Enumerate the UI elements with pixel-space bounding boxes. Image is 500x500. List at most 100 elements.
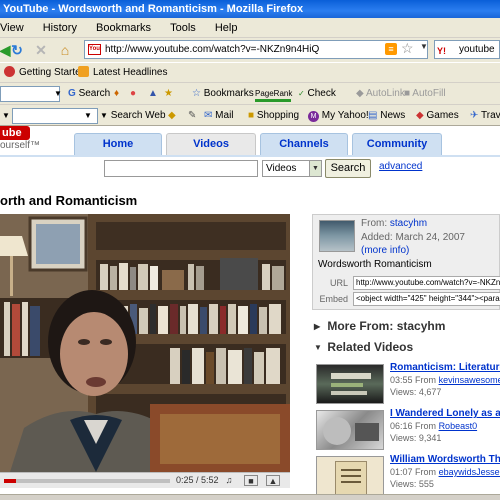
views-label: Views:: [390, 387, 417, 397]
google-search-button[interactable]: G Search: [68, 87, 110, 101]
yahoo-search-engine-icon[interactable]: Y!: [437, 43, 446, 58]
yahoo-games-button[interactable]: ◆ Games: [416, 109, 459, 123]
google-news-icon[interactable]: ♦: [114, 87, 119, 101]
google-gadget-icon[interactable]: ●: [130, 87, 136, 101]
related-video-user[interactable]: kevinsawesome: [439, 375, 500, 385]
yahoo-pencil-icon[interactable]: ✎: [188, 109, 196, 123]
fullscreen-small-icon[interactable]: ■: [244, 475, 258, 486]
menu-view[interactable]: View: [0, 18, 24, 38]
google-wand-icon[interactable]: ★: [164, 87, 173, 101]
mail-label: Mail: [215, 110, 234, 121]
time-current: 0:25: [176, 475, 194, 485]
yahoo-my-yahoo-button[interactable]: M My Yahoo!: [308, 109, 369, 123]
related-video-title[interactable]: I Wandered Lonely as a Clo: [390, 408, 500, 419]
menu-bar: View History Bookmarks Tools Help: [0, 18, 500, 38]
home-icon[interactable]: ⌂: [56, 41, 74, 59]
url-dropdown-icon[interactable]: ▼: [420, 42, 428, 51]
yahoo-travel-button[interactable]: ✈ Trav: [470, 109, 500, 123]
related-video-thumbnail[interactable]: [316, 456, 384, 494]
yahoo-shield-icon[interactable]: ◆: [168, 109, 176, 123]
rss-feed-icon[interactable]: ≡: [385, 43, 397, 55]
travel-icon: ✈: [470, 110, 479, 121]
related-video-meta: 06:16 From Robeast0: [390, 421, 477, 431]
menu-history[interactable]: History: [43, 18, 77, 38]
video-time: 0:25 / 5:52: [176, 475, 219, 485]
related-video-item[interactable]: William Wordsworth The P 01:07 From ebay…: [316, 454, 500, 494]
menu-help[interactable]: Help: [215, 18, 238, 38]
video-player[interactable]: [0, 214, 290, 472]
related-video-title[interactable]: Romanticism: Literature an: [390, 362, 500, 373]
google-scholar-icon[interactable]: ▲: [148, 87, 158, 101]
travel-label: Trav: [481, 110, 500, 121]
star-icon: ☆: [192, 88, 201, 99]
related-videos-section[interactable]: ▼ Related Videos: [314, 340, 413, 354]
views-count: 555: [418, 479, 434, 489]
logo-tagline: ourself™: [0, 140, 41, 151]
related-video-item[interactable]: Romanticism: Literature an 03:55 From ke…: [316, 362, 500, 406]
news-icon: ▤: [368, 110, 378, 121]
related-video-from-label: From: [415, 467, 437, 477]
embed-code-field[interactable]: <object width="425" height="344"><param: [353, 292, 500, 306]
advanced-search-link[interactable]: advanced: [379, 161, 422, 172]
menu-bookmarks[interactable]: Bookmarks: [96, 18, 151, 38]
video-progress-track[interactable]: [4, 479, 170, 483]
more-info-link[interactable]: (more info): [361, 245, 409, 256]
search-web-label: Search Web: [110, 110, 166, 121]
youtube-logo[interactable]: ube: [0, 126, 30, 140]
google-dropdown-icon[interactable]: ▼: [54, 87, 62, 101]
youtube-search-button[interactable]: Search: [325, 159, 371, 178]
google-spellcheck-button[interactable]: ✓ Check: [298, 87, 336, 101]
uploader-link[interactable]: stacyhm: [390, 218, 427, 229]
yahoo-input-dropdown-icon[interactable]: ▼: [84, 109, 92, 123]
yahoo-toolbar: ▼ ▼ ▼ Search Web ◆ ✎ ✉ Mail ■ Shopping M…: [0, 104, 500, 126]
related-video-title[interactable]: William Wordsworth The P: [390, 454, 500, 465]
from-label: From:: [361, 218, 388, 229]
google-check-label: Check: [307, 88, 336, 99]
more-from-label: More From:: [327, 319, 394, 333]
stop-icon[interactable]: ✕: [32, 41, 50, 59]
more-from-section[interactable]: ▶ More From: stacyhm: [314, 319, 445, 333]
volume-icon[interactable]: ♫: [222, 475, 236, 486]
related-video-duration: 01:07: [390, 467, 413, 477]
reload-icon[interactable]: ↻: [8, 41, 26, 59]
menu-tools[interactable]: Tools: [170, 18, 196, 38]
pagerank-label: PageRank: [255, 89, 293, 98]
yahoo-news-button[interactable]: ▤ News: [368, 109, 405, 123]
news-label: News: [380, 110, 406, 121]
google-autolink-label: AutoLink: [365, 88, 405, 99]
yahoo-search-web-button[interactable]: ▼ Search Web: [100, 109, 166, 123]
google-pagerank-indicator: PageRank: [255, 87, 292, 102]
expand-icon[interactable]: ▲: [266, 475, 280, 486]
browser-search-box[interactable]: Y! youtube: [434, 40, 500, 59]
related-video-thumbnail[interactable]: [316, 410, 384, 450]
google-bookmarks-button[interactable]: ☆ Bookmarks: [192, 87, 254, 101]
firefox-icon: [4, 66, 15, 77]
yahoo-mail-button[interactable]: ✉ Mail: [204, 109, 234, 123]
related-video-user[interactable]: Robeast0: [439, 421, 478, 431]
google-toolbar-input[interactable]: [0, 86, 60, 102]
youtube-search-input[interactable]: [104, 160, 258, 177]
related-video-item[interactable]: I Wandered Lonely as a Clo 06:16 From Ro…: [316, 408, 500, 452]
tab-home[interactable]: Home: [74, 133, 162, 155]
bookmarks-toolbar: Getting Started Latest Headlines: [0, 62, 500, 82]
bookmark-star-icon[interactable]: ☆: [401, 40, 414, 57]
my-yahoo-icon: M: [308, 111, 319, 122]
url-bar[interactable]: You http://www.youtube.com/watch?v=-NKZn…: [84, 40, 428, 59]
tab-channels[interactable]: Channels: [260, 133, 348, 155]
google-autolink-button[interactable]: ◆ AutoLink: [356, 87, 405, 101]
tab-videos[interactable]: Videos: [166, 133, 256, 155]
added-date: March 24, 2007: [395, 232, 465, 243]
uploader-thumbnail[interactable]: [319, 220, 355, 252]
yahoo-shopping-button[interactable]: ■ Shopping: [248, 109, 299, 123]
yahoo-dropdown-icon[interactable]: ▼: [2, 109, 10, 123]
tab-community[interactable]: Community: [352, 133, 442, 155]
bookmark-getting-started[interactable]: Getting Started: [4, 63, 86, 83]
google-autofill-button[interactable]: ■ AutoFill: [404, 87, 446, 101]
related-video-duration: 06:16: [390, 421, 413, 431]
video-url-field[interactable]: http://www.youtube.com/watch?v=-NKZn: [353, 276, 500, 290]
video-description: Wordsworth Romanticism: [318, 259, 432, 270]
bookmark-latest-headlines[interactable]: Latest Headlines: [78, 63, 168, 83]
related-video-thumbnail[interactable]: [316, 364, 384, 404]
search-category-select[interactable]: Videos ▼: [262, 160, 322, 177]
related-video-user[interactable]: ebaywidsJesseF: [439, 467, 500, 477]
